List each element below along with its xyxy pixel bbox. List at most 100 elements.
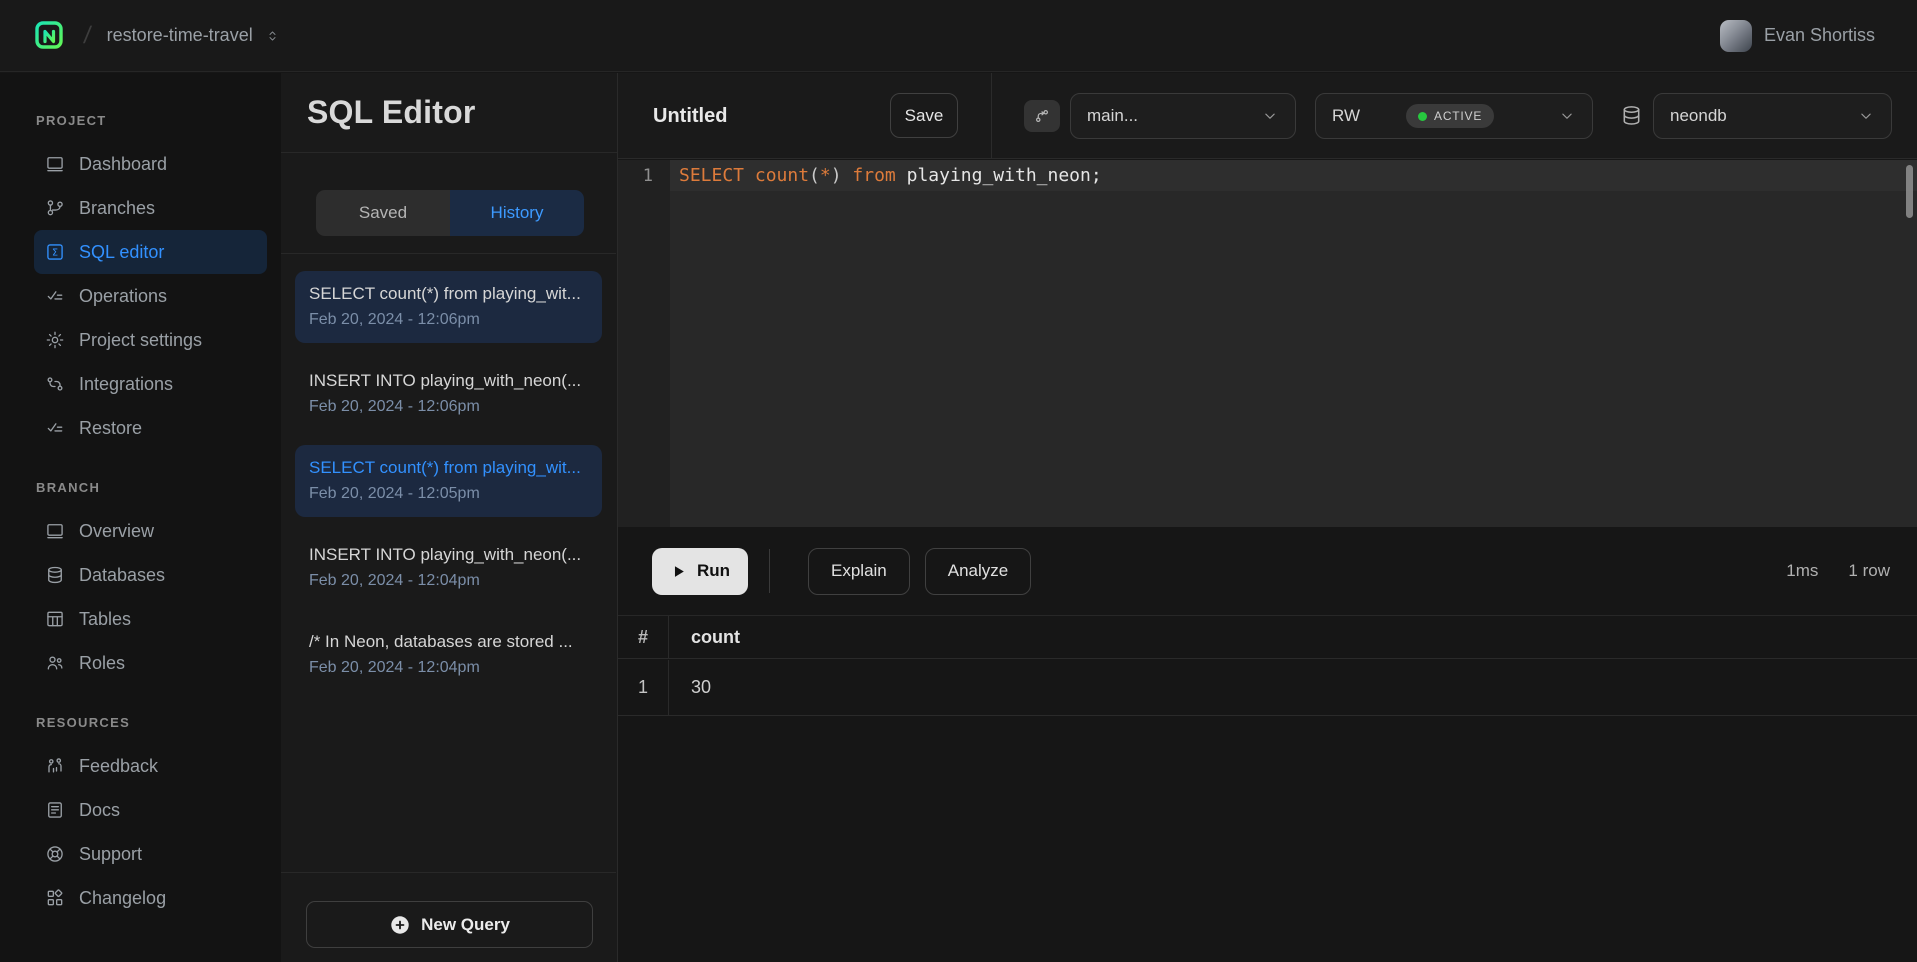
table-icon <box>45 609 65 629</box>
sidebar-item-docs[interactable]: Docs <box>34 788 267 832</box>
chevron-down-icon <box>1857 107 1875 125</box>
query-title[interactable]: Untitled <box>653 73 727 159</box>
user-menu[interactable]: Evan Shortiss <box>1720 20 1875 52</box>
neon-console: / restore-time-travel Evan Shortiss PROJ… <box>0 0 1917 962</box>
breadcrumb-separator: / <box>82 22 93 50</box>
sidebar-item-overview[interactable]: Overview <box>34 509 267 553</box>
project-switcher-chevrons-icon <box>265 26 280 46</box>
divider <box>769 549 770 593</box>
restore-icon <box>45 418 65 438</box>
branch-select[interactable]: main... <box>1070 93 1296 139</box>
database-icon <box>1620 104 1643 132</box>
sql-function: count <box>755 165 809 186</box>
line-number: 1 <box>618 160 670 186</box>
user-name: Evan Shortiss <box>1764 25 1875 46</box>
divider <box>281 253 616 254</box>
chevron-down-icon <box>1261 107 1279 125</box>
query-panel: SQL Editor Saved History SELECT count(*)… <box>281 73 618 962</box>
history-list: SELECT count(*) from playing_wit... Feb … <box>295 271 602 862</box>
sidebar-item-changelog[interactable]: Changelog <box>34 876 267 920</box>
neon-logo[interactable] <box>34 20 66 52</box>
sidebar-section-project: PROJECT <box>36 113 281 128</box>
topbar: / restore-time-travel Evan Shortiss <box>0 0 1917 72</box>
divider <box>281 872 616 873</box>
operations-checklist-icon <box>45 286 65 306</box>
compute-select[interactable]: RW ACTIVE <box>1315 93 1593 139</box>
run-button[interactable]: Run <box>652 548 748 595</box>
svg-text:Σ: Σ <box>52 248 58 259</box>
tab-history[interactable]: History <box>450 190 584 236</box>
sidebar-item-operations[interactable]: Operations <box>34 274 267 318</box>
divider <box>991 73 992 159</box>
sql-keyword: SELECT <box>679 165 755 186</box>
gear-icon <box>45 330 65 350</box>
analyze-button[interactable]: Analyze <box>925 548 1031 595</box>
git-branch-icon <box>45 198 65 218</box>
feedback-icon <box>45 756 65 776</box>
actions-row: Run Explain Analyze 1ms 1 row <box>618 527 1917 616</box>
query-duration: 1ms <box>1786 561 1818 581</box>
editor-main: Untitled Save main... RW ACTIVE <box>618 73 1917 962</box>
chevron-down-icon <box>1558 107 1576 125</box>
support-lifebuoy-icon <box>45 844 65 864</box>
docs-icon <box>45 800 65 820</box>
sidebar-item-restore[interactable]: Restore <box>34 406 267 450</box>
overview-icon <box>45 521 65 541</box>
compute-status-badge: ACTIVE <box>1406 104 1494 128</box>
editor-gutter: 1 <box>618 160 670 527</box>
sidebar-item-sql-editor[interactable]: Σ SQL editor <box>34 230 267 274</box>
active-status-dot <box>1418 112 1427 121</box>
integrations-icon <box>45 374 65 394</box>
sidebar-item-project-settings[interactable]: Project settings <box>34 318 267 362</box>
project-breadcrumb[interactable]: restore-time-travel <box>107 25 280 46</box>
sidebar-section-resources: RESOURCES <box>36 715 281 730</box>
user-avatar <box>1720 20 1752 52</box>
database-icon <box>45 565 65 585</box>
table-row: 1 30 <box>618 660 1917 716</box>
sidebar-item-feedback[interactable]: Feedback <box>34 744 267 788</box>
sidebar-item-roles[interactable]: Roles <box>34 641 267 685</box>
save-button[interactable]: Save <box>890 93 958 138</box>
saved-history-tabs: Saved History <box>316 190 584 236</box>
query-panel-header: SQL Editor <box>281 73 617 153</box>
editor-scrollbar-thumb[interactable] <box>1906 165 1913 218</box>
plus-icon <box>389 914 411 936</box>
sidebar-item-databases[interactable]: Databases <box>34 553 267 597</box>
column-header-index: # <box>618 616 669 658</box>
sql-editor-icon: Σ <box>45 242 65 262</box>
history-item[interactable]: INSERT INTO playing_with_neon(... Feb 20… <box>295 358 602 430</box>
sidebar-item-dashboard[interactable]: Dashboard <box>34 142 267 186</box>
explain-button[interactable]: Explain <box>808 548 910 595</box>
sidebar-item-integrations[interactable]: Integrations <box>34 362 267 406</box>
tab-saved[interactable]: Saved <box>316 190 450 236</box>
sidebar: PROJECT Dashboard Branches Σ SQL editor <box>0 73 281 962</box>
results-table-header: # count <box>618 616 1917 659</box>
history-item[interactable]: SELECT count(*) from playing_wit... Feb … <box>295 271 602 343</box>
column-header-count: count <box>669 616 740 658</box>
page-title: SQL Editor <box>307 94 476 131</box>
history-item[interactable]: /* In Neon, databases are stored ... Feb… <box>295 619 602 691</box>
count-value-cell: 30 <box>669 660 711 715</box>
new-query-button[interactable]: New Query <box>306 901 593 948</box>
dashboard-icon <box>45 154 65 174</box>
code-line-1: SELECT count(*) from playing_with_neon; <box>670 160 1917 191</box>
sidebar-item-tables[interactable]: Tables <box>34 597 267 641</box>
roles-users-icon <box>45 653 65 673</box>
sidebar-section-branch: BRANCH <box>36 480 281 495</box>
play-icon <box>670 563 687 580</box>
database-select[interactable]: neondb <box>1653 93 1892 139</box>
sidebar-item-branches[interactable]: Branches <box>34 186 267 230</box>
sql-identifier: playing_with_neon; <box>907 165 1102 186</box>
changelog-icon <box>45 888 65 908</box>
sql-keyword: from <box>852 165 906 186</box>
branch-compare-button[interactable] <box>1024 100 1060 132</box>
result-row-count: 1 row <box>1848 561 1890 581</box>
history-item-selected[interactable]: SELECT count(*) from playing_wit... Feb … <box>295 445 602 517</box>
sidebar-item-support[interactable]: Support <box>34 832 267 876</box>
editor-toolbar: Untitled Save main... RW ACTIVE <box>618 73 1917 159</box>
project-name: restore-time-travel <box>107 25 253 46</box>
sql-code-editor[interactable]: 1 SELECT count(*) from playing_with_neon… <box>618 160 1917 527</box>
history-item[interactable]: INSERT INTO playing_with_neon(... Feb 20… <box>295 532 602 604</box>
row-index-cell: 1 <box>618 660 669 715</box>
code-area[interactable]: SELECT count(*) from playing_with_neon; <box>670 160 1917 527</box>
